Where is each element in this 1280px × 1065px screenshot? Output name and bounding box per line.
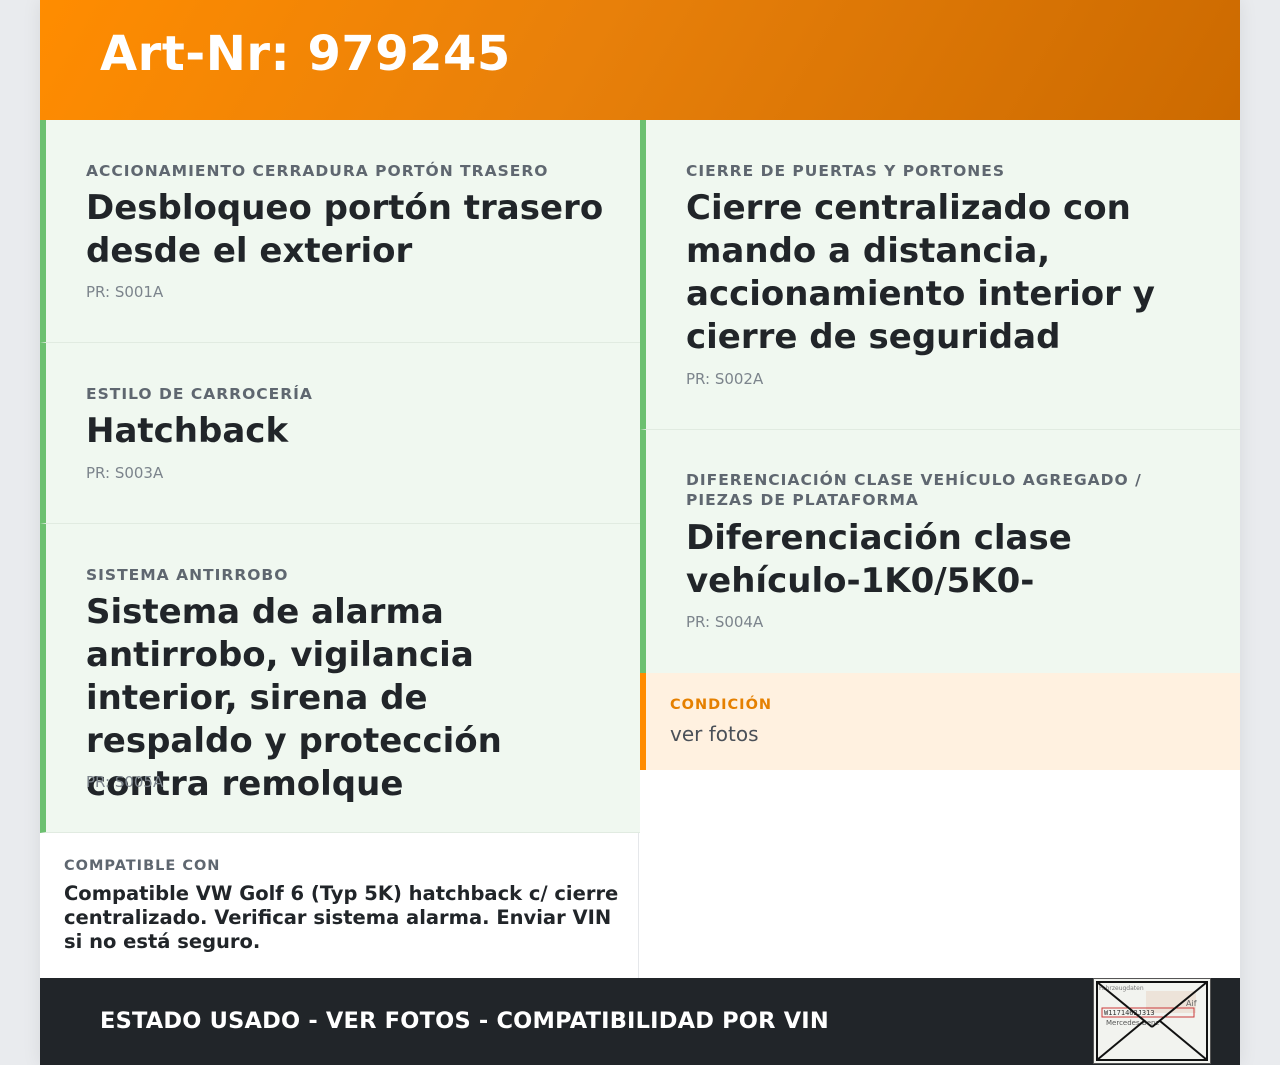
pr-code: PR: S003A xyxy=(86,464,164,482)
feature-value: Desbloqueo portón trasero desde el exter… xyxy=(86,188,604,271)
feature-card-central-locking: CIERRE DE PUERTAS Y PORTONES Cierre cent… xyxy=(640,120,1240,430)
pr-code: PR: S004A xyxy=(686,613,764,631)
footer-text: ESTADO USADO - VER FOTOS - COMPATIBILIDA… xyxy=(100,1008,829,1034)
product-thumbnail[interactable]: Fahrzeugdaten Aif W1171462J313 Mercedes-… xyxy=(1093,978,1211,1064)
feature-card-body-style: ESTILO DE CARROCERÍA Hatchback PR: S003A xyxy=(40,343,640,524)
feature-label: DIFERENCIACIÓN CLASE VEHÍCULO AGREGADO /… xyxy=(686,471,1142,509)
compatibility-text: Compatible VW Golf 6 (Typ 5K) hatchback … xyxy=(64,882,619,953)
condition-label: CONDICIÓN xyxy=(670,697,773,713)
footer-bar: ESTADO USADO - VER FOTOS - COMPATIBILIDA… xyxy=(40,978,1240,1065)
pr-code: PR: S002A xyxy=(686,370,764,388)
feature-label: ESTILO DE CARROCERÍA xyxy=(86,385,313,403)
feature-label: SISTEMA ANTIRROBO xyxy=(86,566,289,584)
feature-card-tailgate-lock: ACCIONAMIENTO CERRADURA PORTÓN TRASERO D… xyxy=(40,120,640,343)
thumb-text-line1-right: Aif xyxy=(1186,999,1197,1008)
feature-value: Hatchback xyxy=(86,411,289,451)
compatibility-label: COMPATIBLE CON xyxy=(64,858,221,874)
envelope-icon: Fahrzeugdaten Aif W1171462J313 Mercedes-… xyxy=(1094,979,1210,1063)
feature-card-anti-theft: SISTEMA ANTIRROBO Sistema de alarma anti… xyxy=(40,524,640,833)
feature-card-vehicle-class: DIFERENCIACIÓN CLASE VEHÍCULO AGREGADO /… xyxy=(640,430,1240,673)
feature-label: CIERRE DE PUERTAS Y PORTONES xyxy=(686,162,1006,180)
feature-value: Diferenciación clase vehículo-1K0/5K0- xyxy=(686,518,1072,601)
header-bar: Art-Nr: 979245 xyxy=(40,0,1240,120)
pr-code: PR: S005A xyxy=(86,773,164,791)
thumb-text-line2: W1171462J313 xyxy=(1104,1009,1155,1017)
feature-label: ACCIONAMIENTO CERRADURA PORTÓN TRASERO xyxy=(86,162,549,180)
compatibility-section: COMPATIBLE CON Compatible VW Golf 6 (Typ… xyxy=(40,833,639,978)
feature-value: Cierre centralizado con mando a distanci… xyxy=(686,188,1155,357)
page-title: Art-Nr: 979245 xyxy=(100,26,511,82)
pr-code: PR: S001A xyxy=(86,283,164,301)
condition-section: CONDICIÓN ver fotos xyxy=(640,673,1240,770)
product-sheet: Art-Nr: 979245 ACCIONAMIENTO CERRADURA P… xyxy=(40,0,1240,1065)
condition-value: ver fotos xyxy=(670,722,759,746)
feature-value: Sistema de alarma antirrobo, vigilancia … xyxy=(86,592,502,804)
